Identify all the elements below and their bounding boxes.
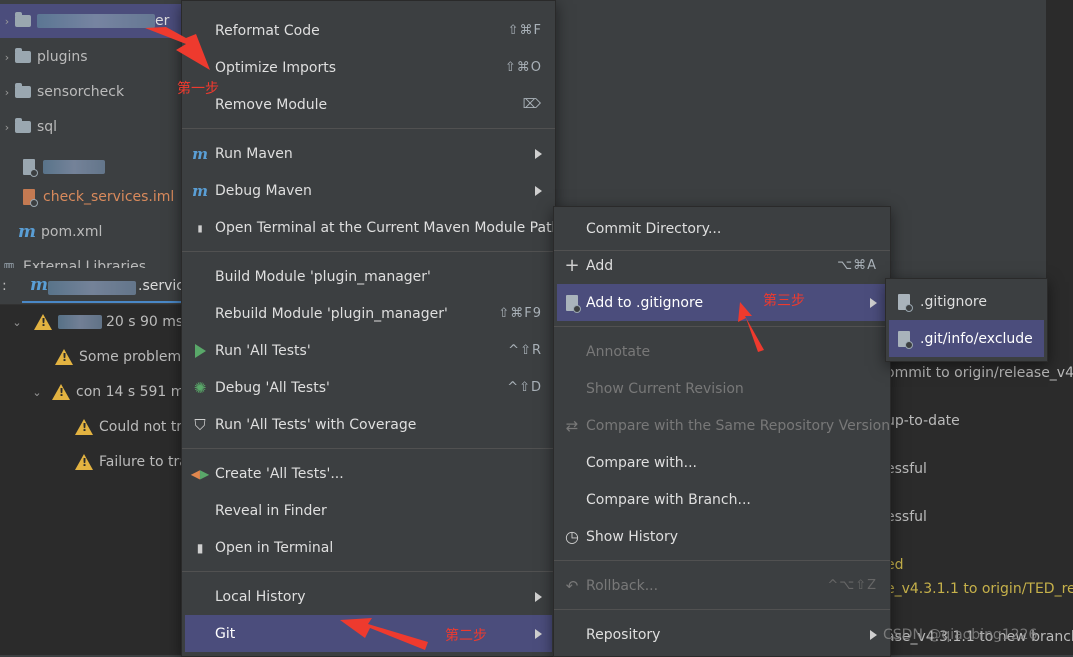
annotation-arrow-step1 <box>145 27 210 70</box>
watermark: CSDN @qiaobing1226 <box>883 627 1038 643</box>
annotation-step1: 第一步 <box>177 81 219 97</box>
annotation-step3: 第三步 <box>763 293 805 309</box>
annotation-arrow-step3 <box>738 302 764 352</box>
annotation-step2: 第二步 <box>445 628 487 644</box>
annotation-arrow-step2 <box>340 618 428 650</box>
annotation-arrows <box>145 27 764 650</box>
